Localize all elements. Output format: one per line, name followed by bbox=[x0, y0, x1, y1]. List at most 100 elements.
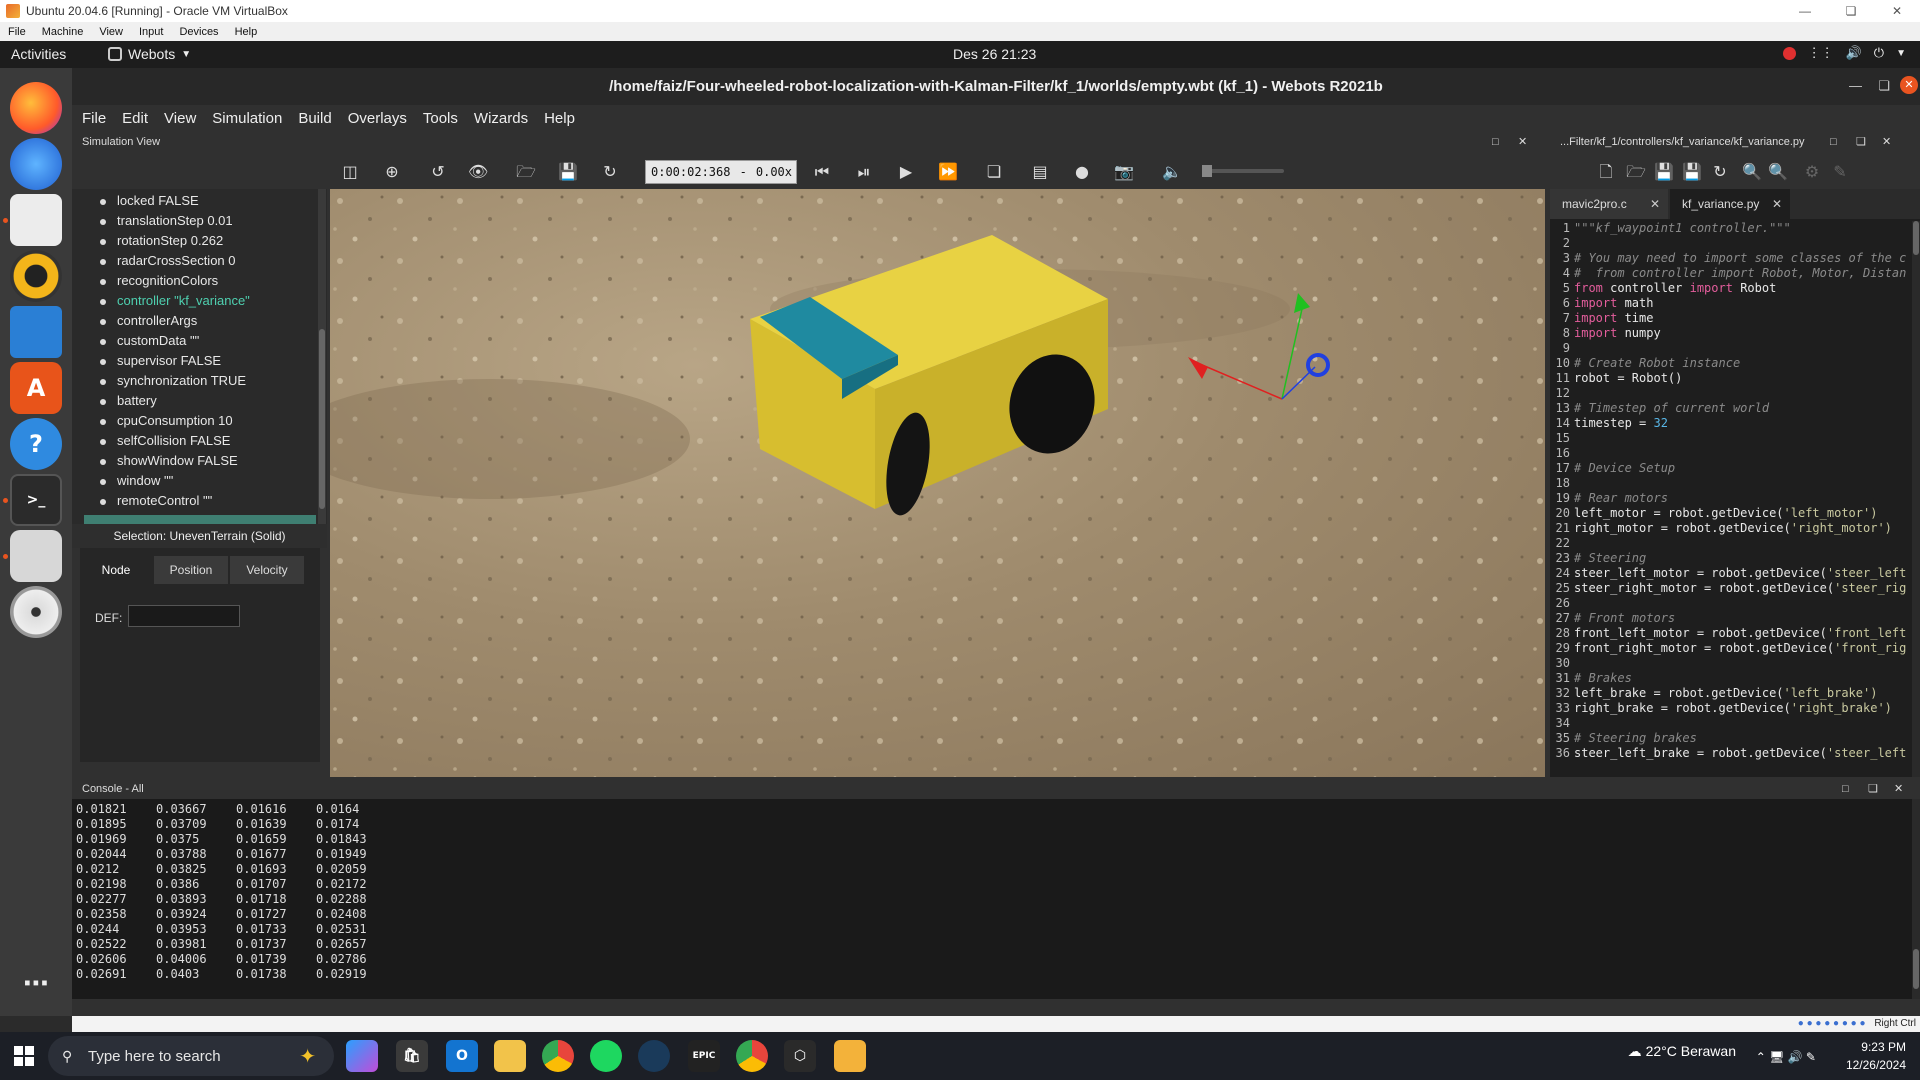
vbox-menu-file[interactable]: File bbox=[0, 26, 34, 38]
console-output[interactable]: 0.01821 0.03667 0.01616 0.0164 0.01895 0.0370… bbox=[72, 799, 1912, 999]
tree-field-window[interactable]: window "" bbox=[99, 473, 173, 488]
outlook-icon[interactable]: O bbox=[446, 1040, 478, 1072]
float-panel-icon[interactable]: □ bbox=[1830, 131, 1837, 153]
hide-scene-tree-icon[interactable]: ◫ bbox=[340, 162, 360, 182]
step-icon[interactable]: ⏯ bbox=[854, 162, 874, 182]
tree-field-locked[interactable]: locked FALSE bbox=[100, 193, 199, 208]
3d-scene-view[interactable] bbox=[330, 189, 1545, 777]
def-input[interactable] bbox=[128, 605, 240, 627]
tree-field-cpu-consumption[interactable]: cpuConsumption 10 bbox=[100, 413, 233, 428]
volume-slider[interactable] bbox=[1202, 165, 1284, 177]
epic-games-icon[interactable]: EPIC bbox=[688, 1040, 720, 1072]
tray-icons[interactable]: ⌃ 🖥 🔊 ✎ bbox=[1756, 1048, 1816, 1066]
menu-simulation[interactable]: Simulation bbox=[212, 110, 282, 127]
windows-start-icon[interactable] bbox=[14, 1046, 34, 1066]
fast-forward-icon[interactable]: ⏩ bbox=[938, 162, 958, 182]
menu-view[interactable]: View bbox=[164, 110, 196, 127]
replace-icon[interactable]: 🔍 bbox=[1768, 162, 1788, 182]
taskbar-time[interactable]: 9:23 PM bbox=[1846, 1038, 1906, 1056]
maximize-panel-icon[interactable]: ❏ bbox=[1856, 131, 1866, 153]
menu-overlays[interactable]: Overlays bbox=[348, 110, 407, 127]
record-movie-icon[interactable]: ▤ bbox=[1030, 162, 1050, 182]
build-icon[interactable]: ⚙ bbox=[1802, 162, 1822, 182]
screenshot-icon[interactable]: 📷 bbox=[1114, 162, 1134, 182]
system-tray-area[interactable]: ☁ 22°C Berawan ⌃ 🖥 🔊 ✎ 9:23 PM 12/26/202… bbox=[1628, 1036, 1906, 1074]
menu-edit[interactable]: Edit bbox=[122, 110, 148, 127]
chrome-profile-icon[interactable] bbox=[736, 1040, 768, 1072]
tree-field-rotation-step[interactable]: rotationStep 0.262 bbox=[99, 233, 223, 248]
taskbar-search[interactable]: ⚲ Type here to search ✦ bbox=[48, 1036, 334, 1076]
close-panel-icon[interactable]: ✕ bbox=[1518, 131, 1527, 153]
close-tab-icon[interactable]: ✕ bbox=[1772, 189, 1782, 219]
scene-tree[interactable]: locked FALSE translationStep 0.01 rotati… bbox=[72, 189, 327, 524]
save-world-icon[interactable]: 💾 bbox=[558, 162, 578, 182]
system-tray[interactable]: ⋮⋮ 🔊 ⏻ ▼ bbox=[1782, 45, 1906, 61]
thunderbird-icon[interactable] bbox=[10, 138, 62, 190]
find-icon[interactable]: 🔍 bbox=[1742, 162, 1762, 182]
app-menu[interactable]: Webots ▼ bbox=[108, 46, 191, 62]
software-center-icon[interactable]: A bbox=[10, 362, 62, 414]
menu-wizards[interactable]: Wizards bbox=[474, 110, 528, 127]
vbox-menu-devices[interactable]: Devices bbox=[171, 26, 226, 38]
disc-icon[interactable] bbox=[10, 586, 62, 638]
add-node-icon[interactable]: ⊕ bbox=[382, 162, 402, 182]
spotify-icon[interactable] bbox=[590, 1040, 622, 1072]
close-icon[interactable]: ✕ bbox=[1874, 0, 1920, 22]
tree-field-show-window[interactable]: showWindow FALSE bbox=[100, 453, 238, 468]
tree-field-remote-control[interactable]: remoteControl "" bbox=[99, 493, 212, 508]
vbox-menu-input[interactable]: Input bbox=[131, 26, 171, 38]
activities-button[interactable]: Activities bbox=[11, 46, 66, 62]
terminal-icon[interactable]: >_ bbox=[10, 474, 62, 526]
revert-icon[interactable]: ↻ bbox=[1710, 162, 1730, 182]
close-icon[interactable]: ✕ bbox=[1900, 76, 1918, 94]
restore-icon[interactable]: ❏ bbox=[1878, 76, 1890, 96]
tab-velocity[interactable]: Velocity bbox=[230, 556, 304, 584]
editor-scrollbar[interactable] bbox=[1912, 221, 1920, 777]
vbox-device-icons[interactable]: ● ● ● ● ● ● ● ● bbox=[1798, 1018, 1866, 1029]
clock[interactable]: Des 26 21:23 bbox=[953, 46, 1036, 62]
record-animation-icon[interactable]: ● bbox=[1072, 162, 1092, 182]
new-file-icon[interactable]: 🗋 bbox=[1596, 162, 1616, 182]
vbox-menu-machine[interactable]: Machine bbox=[34, 26, 92, 38]
menu-file[interactable]: File bbox=[82, 110, 106, 127]
toolbox-icon[interactable] bbox=[834, 1040, 866, 1072]
tree-field-custom-data[interactable]: customData "" bbox=[99, 333, 199, 348]
steam-icon[interactable] bbox=[638, 1040, 670, 1072]
reset-simulation-icon[interactable]: ⏮ bbox=[812, 162, 832, 182]
follow-object-icon[interactable]: ↺ bbox=[428, 162, 448, 182]
close-panel-icon[interactable]: ✕ bbox=[1882, 131, 1891, 153]
tree-field-battery[interactable]: battery bbox=[100, 393, 157, 408]
vbox-menu-help[interactable]: Help bbox=[227, 26, 266, 38]
play-icon[interactable]: ▶ bbox=[896, 162, 916, 182]
float-panel-icon[interactable]: □ bbox=[1842, 779, 1849, 799]
float-panel-icon[interactable]: □ bbox=[1492, 131, 1499, 153]
console-scrollbar[interactable] bbox=[1912, 799, 1920, 999]
rhythmbox-icon[interactable] bbox=[10, 250, 62, 302]
chrome-icon[interactable] bbox=[542, 1040, 574, 1072]
writer-icon[interactable] bbox=[10, 306, 62, 358]
tree-field-translation-step[interactable]: translationStep 0.01 bbox=[100, 213, 233, 228]
taskbar-date[interactable]: 12/26/2024 bbox=[1846, 1056, 1906, 1074]
virtualbox-taskbar-icon[interactable]: ⬡ bbox=[784, 1040, 816, 1072]
tree-selected-node-row[interactable] bbox=[84, 515, 316, 524]
view-icon[interactable]: 👁 bbox=[468, 162, 488, 182]
vbox-menu-view[interactable]: View bbox=[91, 26, 131, 38]
reload-world-icon[interactable]: ↻ bbox=[600, 162, 620, 182]
maximize-panel-icon[interactable]: ❏ bbox=[1868, 779, 1878, 799]
webots-dock-icon[interactable] bbox=[10, 530, 62, 582]
tree-field-supervisor[interactable]: supervisor FALSE bbox=[99, 353, 221, 368]
save-as-icon[interactable]: 💾 bbox=[1682, 162, 1702, 182]
tab-position[interactable]: Position bbox=[154, 556, 228, 584]
mute-icon[interactable]: 🔈 bbox=[1162, 162, 1182, 182]
minimize-icon[interactable]: — bbox=[1782, 0, 1828, 22]
tab-node[interactable]: Node bbox=[80, 556, 152, 584]
store-icon[interactable]: 🛍 bbox=[396, 1040, 428, 1072]
menu-help[interactable]: Help bbox=[544, 110, 575, 127]
tab-mavic2pro[interactable]: mavic2pro.c ✕ bbox=[1550, 189, 1668, 219]
open-file-icon[interactable]: 🗁 bbox=[1626, 162, 1646, 182]
menu-tools[interactable]: Tools bbox=[423, 110, 458, 127]
close-panel-icon[interactable]: ✕ bbox=[1894, 779, 1903, 799]
save-file-icon[interactable]: 💾 bbox=[1654, 162, 1674, 182]
open-world-icon[interactable]: 🗁 bbox=[516, 162, 536, 182]
help-icon[interactable]: ? bbox=[10, 418, 62, 470]
